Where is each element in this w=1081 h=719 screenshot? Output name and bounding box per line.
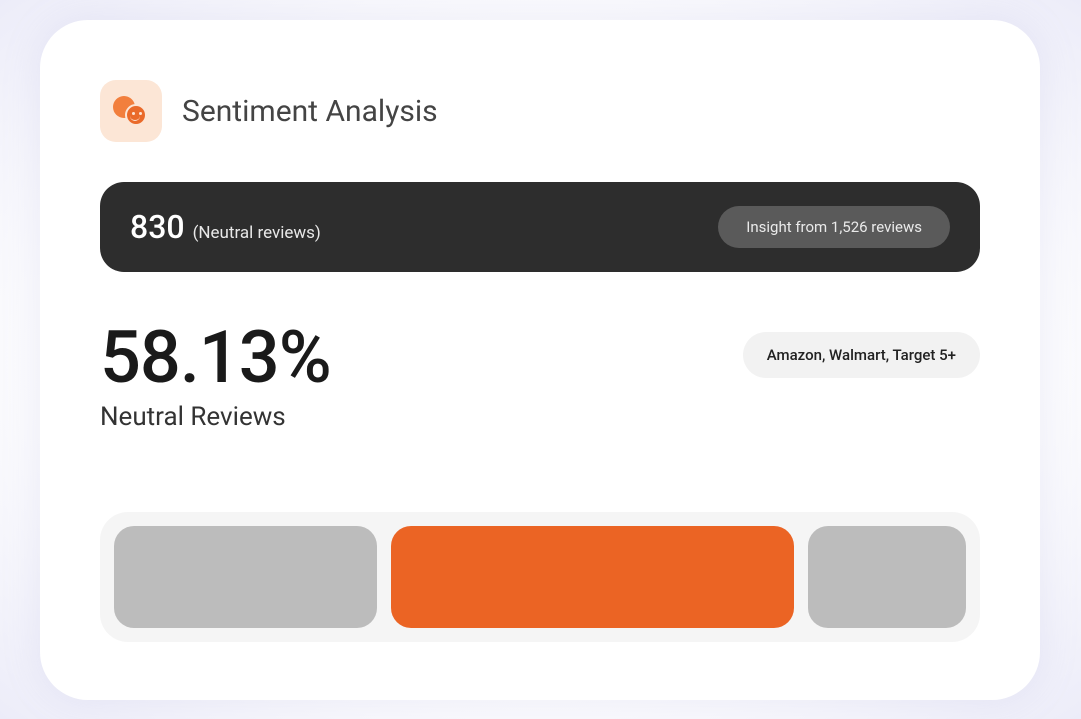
summary-count-group: 830 (Neutral reviews)	[130, 208, 321, 246]
faces-icon	[113, 96, 149, 126]
summary-bar: 830 (Neutral reviews) Insight from 1,526…	[100, 182, 980, 272]
segment-negative[interactable]	[114, 526, 377, 628]
neutral-percentage: 58.13%	[100, 322, 331, 394]
sources-pill[interactable]: Amazon, Walmart, Target 5+	[743, 332, 980, 378]
segment-neutral[interactable]	[391, 526, 794, 628]
neutral-count-label: (Neutral reviews)	[193, 223, 321, 243]
sentiment-segment-track	[100, 512, 980, 642]
percentage-block: 58.13% Neutral Reviews	[100, 322, 331, 432]
sentiment-analysis-card: Sentiment Analysis 830 (Neutral reviews)…	[40, 20, 1040, 700]
stats-row: 58.13% Neutral Reviews Amazon, Walmart, …	[100, 322, 980, 432]
insight-pill[interactable]: Insight from 1,526 reviews	[718, 206, 950, 248]
card-header: Sentiment Analysis	[100, 80, 980, 142]
neutral-percentage-label: Neutral Reviews	[100, 402, 331, 432]
card-title: Sentiment Analysis	[182, 94, 438, 129]
neutral-count: 830	[130, 208, 185, 246]
sentiment-faces-icon	[100, 80, 162, 142]
segment-positive[interactable]	[808, 526, 966, 628]
